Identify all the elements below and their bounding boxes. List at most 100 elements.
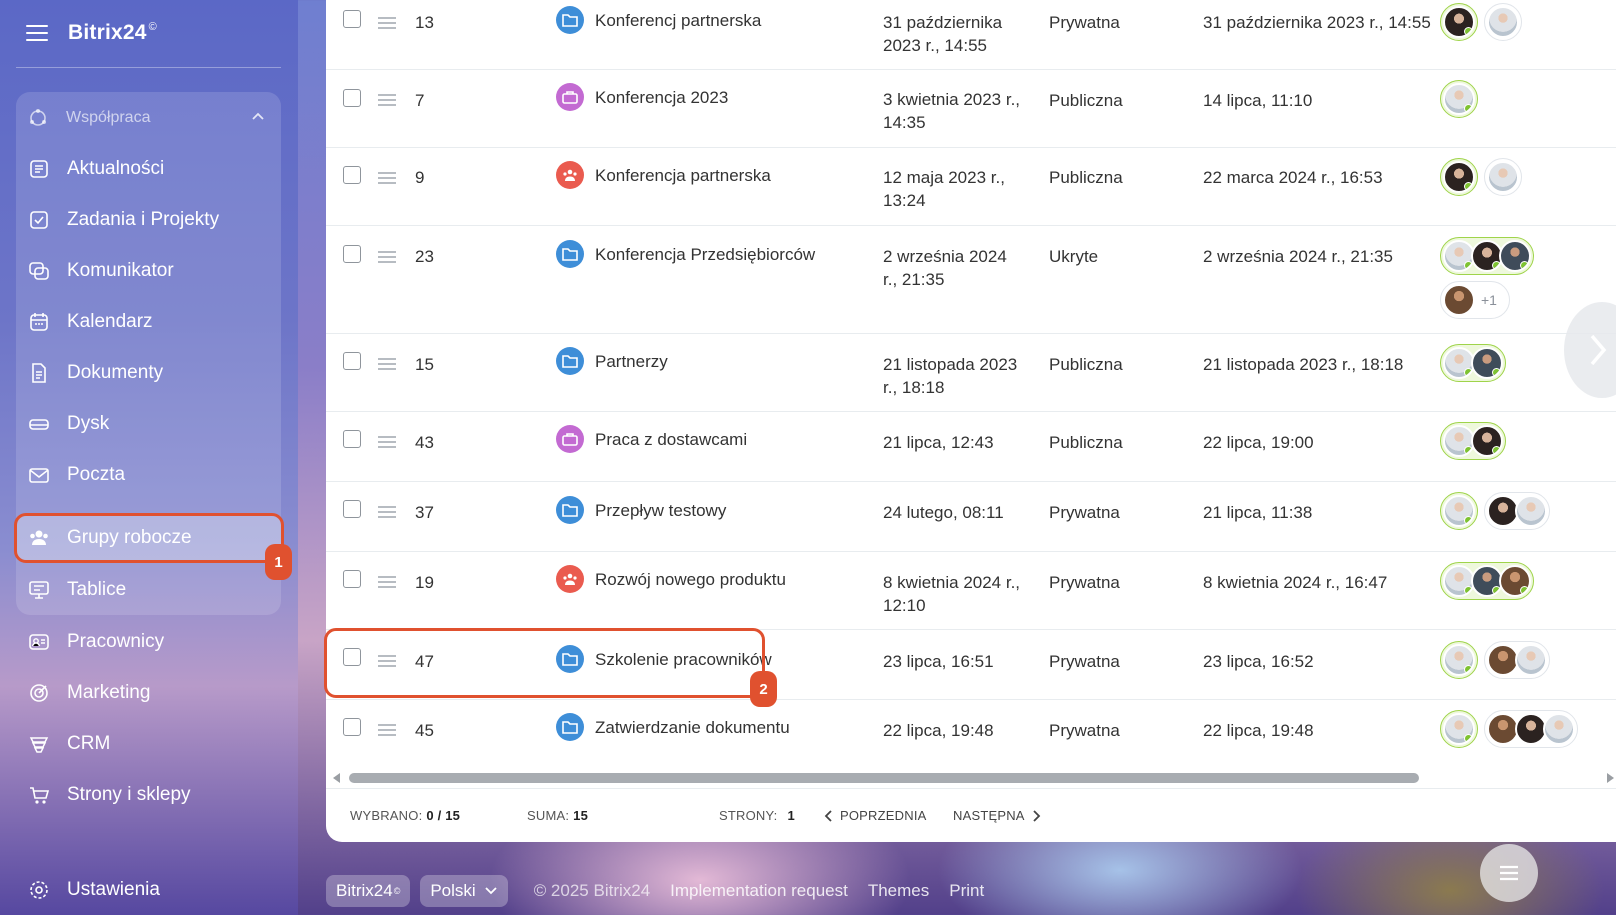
drag-handle-icon[interactable] — [378, 94, 396, 106]
member-avatars[interactable] — [1484, 158, 1522, 196]
row-checkbox[interactable] — [343, 10, 361, 28]
table-row[interactable]: 15 Partnerzy 21 listopada 2023 r., 18:18… — [326, 334, 1616, 412]
next-page-button[interactable]: NASTĘPNA — [953, 808, 1041, 823]
chat-widget-button[interactable] — [1480, 844, 1538, 902]
table-row[interactable]: 37 Przepływ testowy 24 lutego, 08:11 Pry… — [326, 482, 1616, 552]
row-checkbox[interactable] — [343, 166, 361, 184]
themes-link[interactable]: Themes — [868, 881, 929, 901]
table-row[interactable]: 9 Konferencja partnerska 12 maja 2023 r.… — [326, 148, 1616, 226]
print-link[interactable]: Print — [949, 881, 984, 901]
group-type: Prywatna — [1049, 573, 1120, 592]
row-checkbox[interactable] — [343, 718, 361, 736]
menu-icon[interactable] — [26, 25, 48, 41]
group-name[interactable]: Konferencja 2023 — [556, 83, 728, 111]
drag-handle-icon[interactable] — [378, 172, 396, 184]
more-members-count[interactable]: +1 — [1475, 289, 1507, 312]
sidebar-item-news[interactable]: Aktualności — [16, 147, 281, 191]
group-type: Publiczna — [1049, 168, 1123, 187]
members[interactable] — [1440, 3, 1580, 41]
row-checkbox[interactable] — [343, 89, 361, 107]
drag-handle-icon[interactable] — [378, 576, 396, 588]
chevron-up-icon[interactable] — [251, 110, 265, 124]
sidebar-item-label: Ustawienia — [67, 879, 160, 900]
table-row[interactable]: 13 Konferencj partnerska 31 października… — [326, 0, 1616, 70]
sidebar-item-mail[interactable]: Poczta — [16, 453, 281, 497]
drag-handle-icon[interactable] — [378, 17, 396, 29]
owner-avatars[interactable] — [1440, 80, 1478, 118]
owner-avatars[interactable] — [1440, 422, 1506, 460]
member-avatars[interactable] — [1484, 3, 1522, 41]
member-avatars[interactable] — [1484, 710, 1578, 748]
sidebar-item-employees[interactable]: Pracownicy — [16, 620, 281, 664]
sidebar-item-drive[interactable]: Dysk — [16, 402, 281, 446]
owner-avatars[interactable] — [1440, 641, 1478, 679]
members[interactable] — [1440, 344, 1580, 382]
owner-avatars[interactable] — [1440, 3, 1478, 41]
group-name[interactable]: Konferencja Przedsiębiorców — [556, 240, 815, 268]
sidebar-item-messenger[interactable]: Komunikator — [16, 249, 281, 293]
sidebar-group-label: Współpraca — [66, 109, 151, 126]
language-selector[interactable]: Polski — [420, 875, 508, 907]
sidebar-item-boards[interactable]: Tablice — [16, 568, 281, 612]
members[interactable] — [1440, 710, 1616, 748]
mail-icon — [28, 464, 50, 486]
drag-handle-icon[interactable] — [378, 358, 396, 370]
row-checkbox[interactable] — [343, 352, 361, 370]
group-name[interactable]: Rozwój nowego produktu — [556, 565, 786, 593]
row-checkbox[interactable] — [343, 500, 361, 518]
owner-avatars[interactable] — [1440, 237, 1534, 275]
members[interactable] — [1440, 80, 1580, 118]
owner-avatars[interactable] — [1440, 710, 1478, 748]
owner-avatars[interactable] — [1440, 158, 1478, 196]
scrollbar-thumb[interactable] — [349, 773, 1419, 783]
group-name[interactable]: Praca z dostawcami — [556, 425, 747, 453]
members[interactable] — [1440, 422, 1580, 460]
group-name[interactable]: Konferencja partnerska — [556, 161, 771, 189]
implementation-request-link[interactable]: Implementation request — [670, 881, 848, 901]
drag-handle-icon[interactable] — [378, 724, 396, 736]
horizontal-scrollbar[interactable] — [326, 770, 1616, 784]
table-row[interactable]: 43 Praca z dostawcami 21 lipca, 12:43 Pu… — [326, 412, 1616, 482]
sidebar: Bitrix24 © Współpraca Aktualności Zadania… — [0, 0, 298, 915]
app-logo[interactable]: Bitrix24 © — [68, 21, 157, 45]
member-avatars[interactable] — [1484, 492, 1550, 530]
drag-handle-icon[interactable] — [378, 436, 396, 448]
owner-avatars[interactable] — [1440, 344, 1506, 382]
members[interactable] — [1440, 562, 1580, 600]
drag-handle-icon[interactable] — [378, 251, 396, 263]
sidebar-item-marketing[interactable]: Marketing — [16, 671, 281, 715]
sidebar-item-crm[interactable]: CRM — [16, 722, 281, 766]
table-row[interactable]: 23 Konferencja Przedsiębiorców 2 wrześni… — [326, 226, 1616, 334]
members[interactable] — [1440, 641, 1580, 679]
prev-page-button[interactable]: POPRZEDNIA — [824, 808, 927, 823]
sidebar-item-tasks[interactable]: Zadania i Projekty — [16, 198, 281, 242]
footer-brand[interactable]: Bitrix24 © — [326, 875, 411, 907]
members[interactable] — [1440, 158, 1580, 196]
scroll-right-icon[interactable] — [1607, 773, 1614, 783]
avatar — [1487, 6, 1519, 38]
sidebar-item-label: Zadania i Projekty — [67, 209, 220, 230]
table-row[interactable]: 7 Konferencja 2023 3 kwietnia 2023 r., 1… — [326, 70, 1616, 148]
owner-avatars[interactable] — [1440, 492, 1478, 530]
sidebar-item-documents[interactable]: Dokumenty — [16, 351, 281, 395]
table-row[interactable]: 45 Zatwierdzanie dokumentu 22 lipca, 19:… — [326, 700, 1616, 768]
members[interactable]: +1 — [1440, 237, 1580, 319]
sidebar-item-settings[interactable]: Ustawienia — [16, 868, 281, 912]
member-avatars[interactable] — [1484, 641, 1550, 679]
members[interactable] — [1440, 492, 1580, 530]
member-avatars[interactable]: +1 — [1440, 281, 1510, 319]
sidebar-item-calendar[interactable]: Kalendarz — [16, 300, 281, 344]
drag-handle-icon[interactable] — [378, 506, 396, 518]
table-row[interactable]: 19 Rozwój nowego produktu 8 kwietnia 202… — [326, 552, 1616, 630]
group-name[interactable]: Konferencj partnerska — [556, 6, 761, 34]
row-checkbox[interactable] — [343, 430, 361, 448]
scroll-left-icon[interactable] — [333, 773, 340, 783]
group-name[interactable]: Partnerzy — [556, 347, 668, 375]
row-checkbox[interactable] — [343, 245, 361, 263]
row-checkbox[interactable] — [343, 570, 361, 588]
group-name[interactable]: Przepływ testowy — [556, 496, 726, 524]
owner-avatars[interactable] — [1440, 562, 1534, 600]
sidebar-group-collaboration[interactable]: Współpraca — [16, 96, 281, 140]
group-name[interactable]: Zatwierdzanie dokumentu — [556, 713, 790, 741]
sidebar-item-sites-shops[interactable]: Strony i sklepy — [16, 773, 281, 817]
